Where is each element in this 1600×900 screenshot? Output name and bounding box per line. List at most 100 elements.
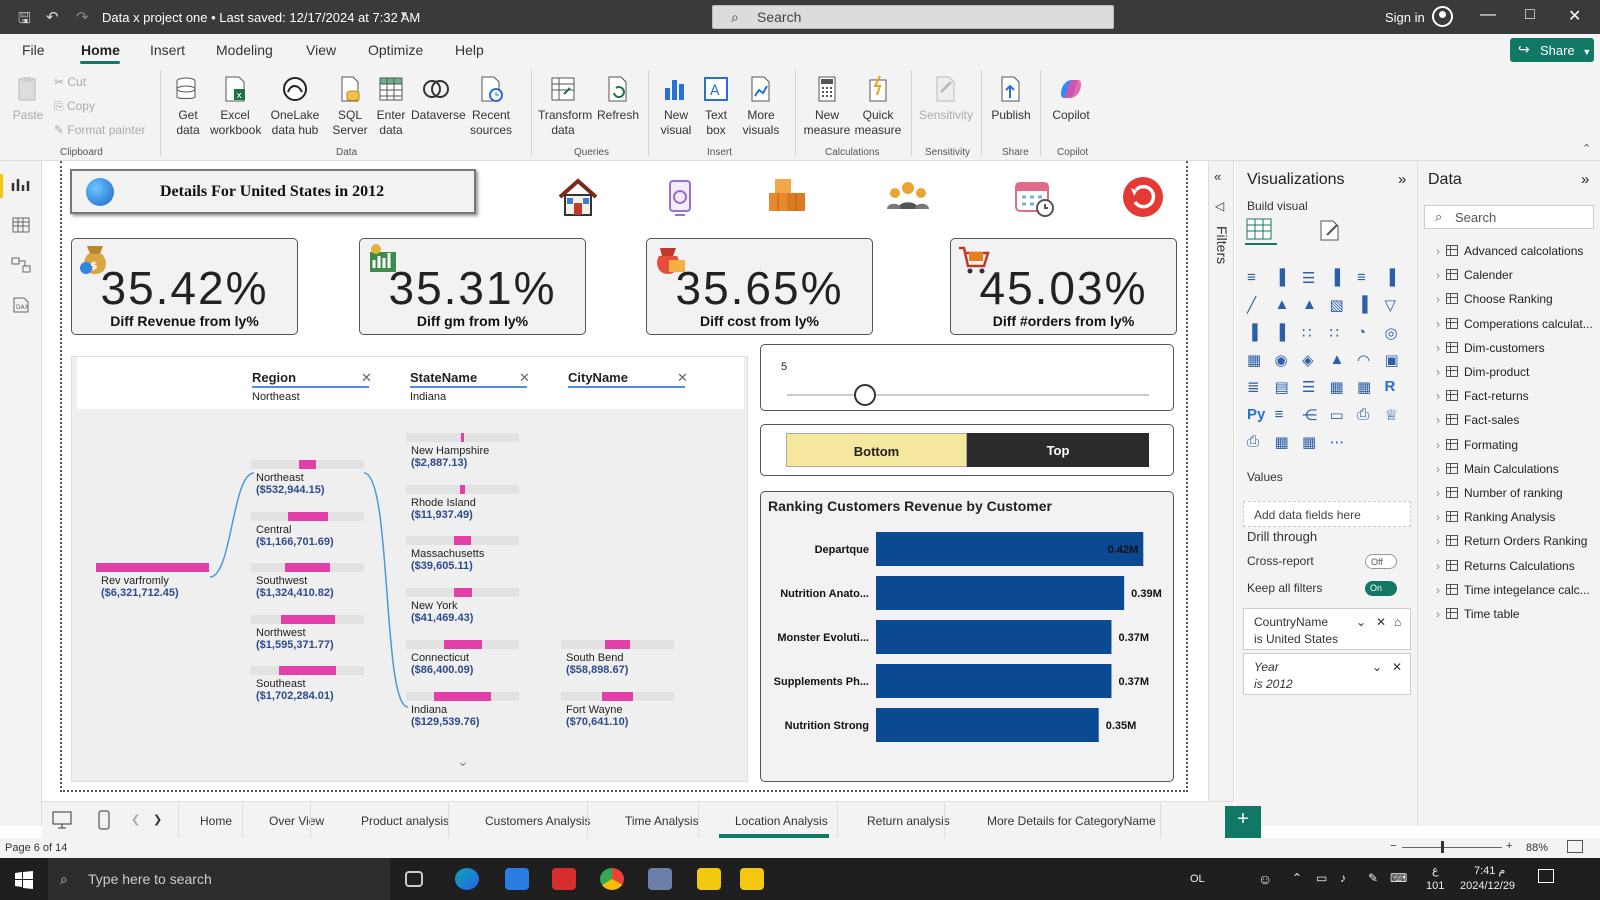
bar[interactable] <box>876 708 1099 742</box>
collapse-pane-icon[interactable]: » <box>1398 171 1406 188</box>
share-button[interactable]: ↪ Share ▼ <box>1510 38 1594 62</box>
sensitivity-button[interactable]: Sensitivity <box>917 74 975 123</box>
viz-more-icon[interactable]: ⋯ <box>1330 433 1348 451</box>
recent-sources-button[interactable]: Recent sources <box>466 74 516 138</box>
menu-insert[interactable]: Insert <box>150 42 185 58</box>
clock-date[interactable]: 2024/12/29 <box>1460 880 1515 892</box>
zoom-in-icon[interactable]: + <box>1506 840 1512 852</box>
cross-report-toggle[interactable]: Off <box>1365 554 1397 569</box>
close-icon[interactable]: ✕ <box>1568 6 1581 26</box>
slider-track[interactable] <box>787 394 1149 396</box>
viz-stacked-area-icon[interactable]: ▲ <box>1302 296 1320 313</box>
bottom-button[interactable]: Bottom <box>786 433 967 467</box>
expand-chevron-icon[interactable]: › <box>1436 365 1440 379</box>
viz-trophy-icon[interactable]: ♕ <box>1385 406 1403 424</box>
viz-gauge-icon[interactable]: ◠ <box>1357 351 1375 369</box>
decomp-node-state[interactable]: Connecticut ($86,400.09) <box>406 639 579 680</box>
scroll-down-icon[interactable]: ⌄ <box>457 753 469 770</box>
viz-pie-icon[interactable]: ◔ <box>1357 324 1375 341</box>
menu-file[interactable]: File <box>22 42 45 58</box>
back-icon[interactable] <box>1121 175 1165 219</box>
viz-clustered-bar-icon[interactable]: ☰ <box>1302 269 1320 287</box>
decomp-node-region[interactable]: Southeast ($1,702,284.01) <box>251 666 424 706</box>
dax-query-view-icon[interactable]: DAX <box>11 297 31 313</box>
menu-help[interactable]: Help <box>455 42 484 58</box>
data-table-item[interactable]: › Ranking Analysis <box>1436 510 1555 524</box>
report-view-icon[interactable] <box>11 177 31 193</box>
viz-azure-map-icon[interactable]: ▲ <box>1330 351 1348 368</box>
add-data-fields-well[interactable]: Add data fields here <box>1243 501 1411 527</box>
viz-100-column-icon[interactable]: ▐ <box>1385 269 1403 286</box>
home-icon[interactable] <box>556 175 600 219</box>
viz-filled-map-icon[interactable]: ◈ <box>1302 351 1320 369</box>
format-painter-button[interactable]: ✎ Format painter <box>54 123 145 137</box>
refresh-button[interactable]: Refresh <box>593 74 643 123</box>
cut-button[interactable]: ✂ Cut <box>54 75 86 89</box>
slider-handle[interactable] <box>854 384 876 406</box>
menu-optimize[interactable]: Optimize <box>368 42 423 58</box>
chevron-down-icon[interactable]: ⌄ <box>1356 615 1366 629</box>
viz-100-bar-icon[interactable]: ≡ <box>1357 269 1375 286</box>
desktop-layout-icon[interactable] <box>52 811 72 829</box>
expand-chevron-icon[interactable]: › <box>1436 510 1440 524</box>
filters-label[interactable]: Filters <box>1214 226 1230 264</box>
language-indicator[interactable]: OL <box>1190 873 1205 885</box>
format-visual-icon[interactable] <box>1317 217 1343 243</box>
viz-clustered-column-icon[interactable]: ▐ <box>1330 269 1348 286</box>
decomp-node-region[interactable]: Central ($1,166,701.69) <box>251 511 424 552</box>
top-button[interactable]: Top <box>967 433 1149 467</box>
undo-icon[interactable]: ↶ <box>46 8 59 26</box>
menu-modeling[interactable]: Modeling <box>216 42 273 58</box>
avatar-icon[interactable] <box>1432 6 1453 27</box>
data-table-item[interactable]: › Time integelance calc... <box>1436 583 1590 597</box>
data-table-item[interactable]: › Fact-sales <box>1436 413 1519 427</box>
sign-in-link[interactable]: Sign in <box>1385 10 1425 25</box>
menu-view[interactable]: View <box>306 42 336 58</box>
data-table-item[interactable]: › Number of ranking <box>1436 486 1563 500</box>
menu-home[interactable]: Home <box>81 42 120 58</box>
page-tab[interactable]: More Details for CategoryName <box>987 814 1156 828</box>
save-icon[interactable]: 🖫 <box>18 8 31 33</box>
viz-scatter-icon[interactable]: ∷ <box>1330 324 1348 342</box>
viz-qa-icon[interactable]: ▭ <box>1330 406 1348 424</box>
expand-chevron-icon[interactable]: › <box>1436 534 1440 548</box>
viz-kpi-icon[interactable]: ▤ <box>1275 378 1293 396</box>
more-visuals-button[interactable]: More visuals <box>736 74 786 138</box>
viz-line-stacked-icon[interactable]: ▐ <box>1275 324 1293 341</box>
viz-multirow-card-icon[interactable]: ≣ <box>1247 378 1265 396</box>
decomp-node-region[interactable]: Southwest ($1,324,410.82) <box>251 563 424 603</box>
mobile-layout-icon[interactable] <box>98 810 110 830</box>
lock-icon[interactable]: ⌂ <box>1394 615 1401 629</box>
clock-time[interactable]: 7:41 م <box>1474 864 1505 877</box>
viz-funnel-col-icon[interactable]: ▽ <box>1385 296 1403 314</box>
viz-table-icon[interactable]: ▦ <box>1330 378 1348 396</box>
copilot-button[interactable]: Copilot <box>1048 74 1094 123</box>
file-explorer-icon[interactable] <box>697 868 721 890</box>
viz-card-icon[interactable]: ▣ <box>1385 351 1403 369</box>
viz-treemap-icon[interactable]: ▦ <box>1247 351 1265 369</box>
viz-matrix-icon[interactable]: ▦ <box>1357 378 1375 396</box>
bar[interactable] <box>876 576 1125 610</box>
viz-slicer-icon[interactable]: ☰ <box>1302 378 1320 396</box>
boxes-icon[interactable] <box>765 175 809 219</box>
excel-workbook-button[interactable]: x Excel workbook <box>210 74 261 138</box>
data-table-item[interactable]: › Dim-product <box>1436 365 1529 379</box>
build-visual-tab[interactable] <box>1245 217 1277 245</box>
expand-chevron-icon[interactable]: › <box>1436 341 1440 355</box>
zoom-slider-track[interactable] <box>1402 847 1502 848</box>
zoom-slider-handle[interactable] <box>1441 841 1444 853</box>
new-visual-button[interactable]: New visual <box>655 74 697 138</box>
decomp-node-region[interactable]: Northwest ($1,595,371.77) <box>251 614 424 655</box>
bar[interactable] <box>876 664 1112 698</box>
data-table-item[interactable]: › Fact-returns <box>1436 389 1529 403</box>
quick-measure-button[interactable]: Quick measure <box>853 74 903 138</box>
decomp-node-region[interactable]: Northeast ($532,944.15) <box>251 460 424 500</box>
chevron-down-icon[interactable]: ⌄ <box>1372 660 1382 674</box>
clear-filter-icon[interactable]: ✕ <box>1376 615 1386 629</box>
keyboard-icon[interactable]: ⌨ <box>1390 871 1407 885</box>
next-page-icon[interactable]: ❯ <box>153 813 162 826</box>
people-icon[interactable]: ☺ <box>1258 871 1272 887</box>
sql-server-button[interactable]: SQL Server <box>328 74 372 138</box>
expand-chevron-icon[interactable]: › <box>1436 583 1440 597</box>
decomp-node-state[interactable]: New Hampshire ($2,887.13) <box>406 433 579 473</box>
